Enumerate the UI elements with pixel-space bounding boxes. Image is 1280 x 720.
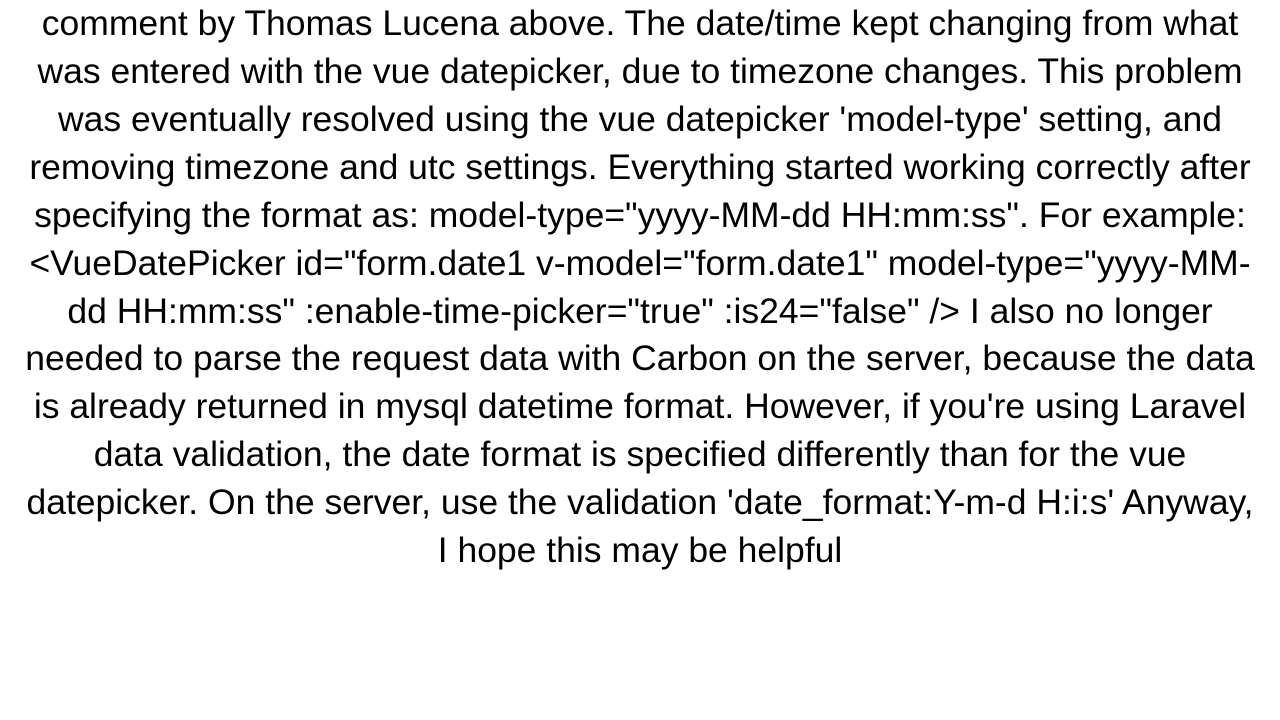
comment-body-text: comment by Thomas Lucena above. The date… — [20, 0, 1260, 575]
